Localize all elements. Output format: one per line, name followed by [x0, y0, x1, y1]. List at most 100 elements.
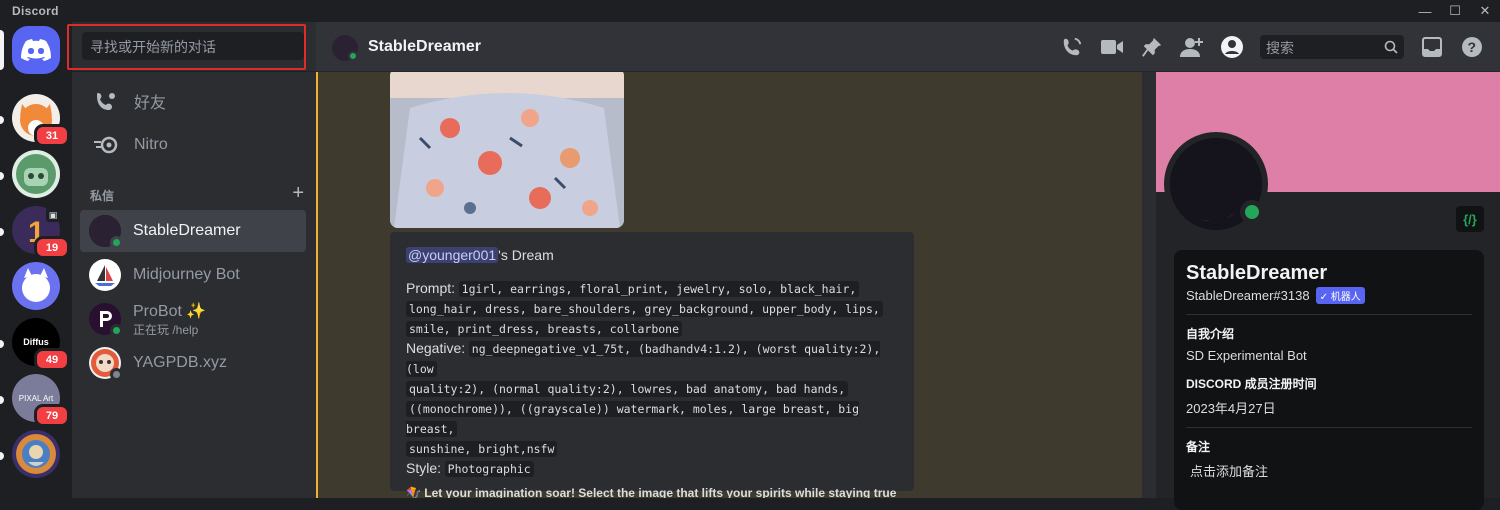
- dm-text: ProBot ✨ 正在玩 /help: [133, 301, 206, 338]
- video-call-button[interactable]: [1100, 35, 1124, 59]
- voice-call-button[interactable]: [1060, 35, 1084, 59]
- divider: [1186, 314, 1472, 315]
- member-since-date: 2023年4月27日: [1186, 401, 1276, 416]
- unread-pill: [0, 340, 4, 348]
- note-heading: 备注: [1186, 440, 1211, 454]
- svg-text:?: ?: [1468, 39, 1477, 55]
- profile-name: StableDreamer: [1186, 262, 1328, 284]
- dm-item-probot[interactable]: ProBot ✨ 正在玩 /help: [80, 298, 306, 340]
- dm-section-title: 私信: [90, 189, 115, 203]
- nav-friends-label: 好友: [134, 95, 167, 112]
- about-heading: 自我介绍: [1186, 327, 1235, 341]
- selected-pill: [0, 30, 4, 70]
- dm-sidebar: 寻找或开始新的对话 好友 Nitro 私信 + StableDreamer Mi…: [67, 22, 316, 498]
- unread-badge: 19: [34, 236, 70, 259]
- app-brand: Discord: [12, 4, 59, 18]
- robot-icon: [16, 154, 56, 194]
- home-button[interactable]: [12, 26, 60, 74]
- create-dm-button[interactable]: +: [292, 182, 304, 205]
- prompt-line-1: 1girl, earrings, floral_print, jewelry, …: [458, 281, 860, 297]
- profile-card: StableDreamer StableDreamer#3138 ✓ 机器人 自…: [1174, 250, 1484, 510]
- dm-name: YAGPDB.xyz: [133, 354, 227, 371]
- nav-nitro-label: Nitro: [134, 136, 168, 153]
- nav-friends[interactable]: 好友: [80, 80, 306, 122]
- channel-header: StableDreamer 搜索 ?: [316, 22, 1500, 72]
- dm-activity: 正在玩 /help: [133, 322, 199, 337]
- maximize-button[interactable]: ☐: [1440, 0, 1470, 22]
- negative-block: Negative: ng_deepnegative_v1_75t, (badha…: [406, 339, 898, 459]
- online-status-icon: [110, 236, 123, 249]
- search-icon: [1384, 40, 1398, 54]
- negative-label: Negative:: [406, 340, 466, 356]
- unread-pill: [0, 116, 4, 124]
- header-toolbar: 搜索 ?: [1052, 22, 1500, 71]
- online-status-icon: [110, 324, 123, 337]
- dm-name: ProBot ✨: [133, 302, 207, 320]
- close-button[interactable]: ✕: [1470, 0, 1500, 22]
- nav-nitro[interactable]: Nitro: [80, 124, 306, 166]
- dm-item-yagpdb[interactable]: YAGPDB.xyz: [80, 342, 306, 384]
- add-user-icon: [1180, 37, 1203, 57]
- discord-logo-icon: [21, 39, 51, 61]
- help-button[interactable]: ?: [1460, 35, 1484, 59]
- prompt-label: Prompt:: [406, 280, 456, 296]
- prompt-line-3: smile, print_dress, breasts, collarbone: [406, 321, 683, 337]
- profile-tag: StableDreamer#3138: [1186, 288, 1310, 303]
- phone-icon: [1063, 37, 1082, 55]
- user-profile-button[interactable]: [1220, 35, 1244, 59]
- embed-footer-note: 🪁 Let your imagination soar! Select the …: [406, 486, 897, 498]
- avatar: [89, 215, 123, 249]
- unread-badge: 31: [34, 124, 70, 147]
- dm-search-bar: 寻找或开始新的对话: [67, 22, 316, 72]
- inbox-icon: [1422, 36, 1442, 57]
- unread-pill: [0, 396, 4, 404]
- window-controls: — ☐ ✕: [1410, 0, 1500, 22]
- offline-status-icon: [110, 368, 123, 381]
- wizard-icon: [16, 434, 56, 474]
- minimize-button[interactable]: —: [1410, 0, 1440, 22]
- prompt-line-2: long_hair, dress, bare_shoulders, grey_b…: [406, 301, 883, 317]
- generated-image[interactable]: [390, 72, 624, 228]
- avatar: [89, 347, 123, 381]
- add-friends-to-dm-button[interactable]: [1180, 35, 1204, 59]
- header-search-input[interactable]: 搜索: [1260, 34, 1404, 59]
- negative-line-4: sunshine, bright,nsfw: [406, 441, 558, 457]
- server-list: 31 1 ▣ 19 Diffus 49 PIXAL Art 79: [0, 22, 72, 498]
- server-green-bot[interactable]: [12, 150, 60, 198]
- dream-embed: @younger001's Dream Prompt: 1girl, earri…: [390, 232, 914, 498]
- highlight-box: [67, 24, 306, 70]
- pinned-messages-button[interactable]: [1140, 35, 1164, 59]
- server-pixal-label: PIXAL Art: [18, 393, 54, 403]
- channel-title: StableDreamer: [368, 38, 481, 55]
- cat-icon: [22, 268, 50, 302]
- active-developer-badge-icon[interactable]: {/}: [1456, 206, 1484, 232]
- server-diffus-label: Diffus: [23, 337, 49, 347]
- note-input[interactable]: 点击添加备注: [1186, 461, 1472, 480]
- embed-title-suffix: 's Dream: [498, 247, 554, 263]
- dm-item-midjourney[interactable]: Midjourney Bot: [80, 254, 306, 296]
- friends-icon: [92, 89, 120, 113]
- negative-line-2: quality:2), (normal quality:2), lowres, …: [406, 381, 849, 397]
- header-search-placeholder: 搜索: [1266, 39, 1294, 56]
- avatar: [89, 259, 121, 291]
- dm-item-stabledreamer[interactable]: StableDreamer: [80, 210, 306, 252]
- user-mention[interactable]: @younger001: [406, 247, 499, 263]
- negative-line-1: ng_deepnegative_v1_75t, (badhandv4:1.2),…: [406, 341, 881, 377]
- user-profile-panel: {/} StableDreamer StableDreamer#3138 ✓ 机…: [1156, 72, 1500, 510]
- divider: [1186, 427, 1472, 428]
- unread-pill: [0, 172, 4, 180]
- server-wizard[interactable]: [12, 430, 60, 478]
- member-since-heading: DISCORD 成员注册时间: [1186, 377, 1317, 391]
- dm-name: Midjourney Bot: [133, 266, 240, 283]
- server-cat[interactable]: [12, 262, 60, 310]
- unread-badge: 49: [34, 348, 70, 371]
- unread-pill: [0, 452, 4, 460]
- nitro-icon: [92, 135, 120, 155]
- profile-tag-row: StableDreamer#3138 ✓ 机器人: [1186, 287, 1472, 304]
- inbox-button[interactable]: [1420, 35, 1444, 59]
- unread-badge: 79: [34, 404, 70, 427]
- sailboat-icon: [95, 265, 115, 286]
- unread-pill: [0, 228, 4, 236]
- about-text: SD Experimental Bot: [1186, 348, 1307, 363]
- dm-name: StableDreamer: [133, 222, 241, 239]
